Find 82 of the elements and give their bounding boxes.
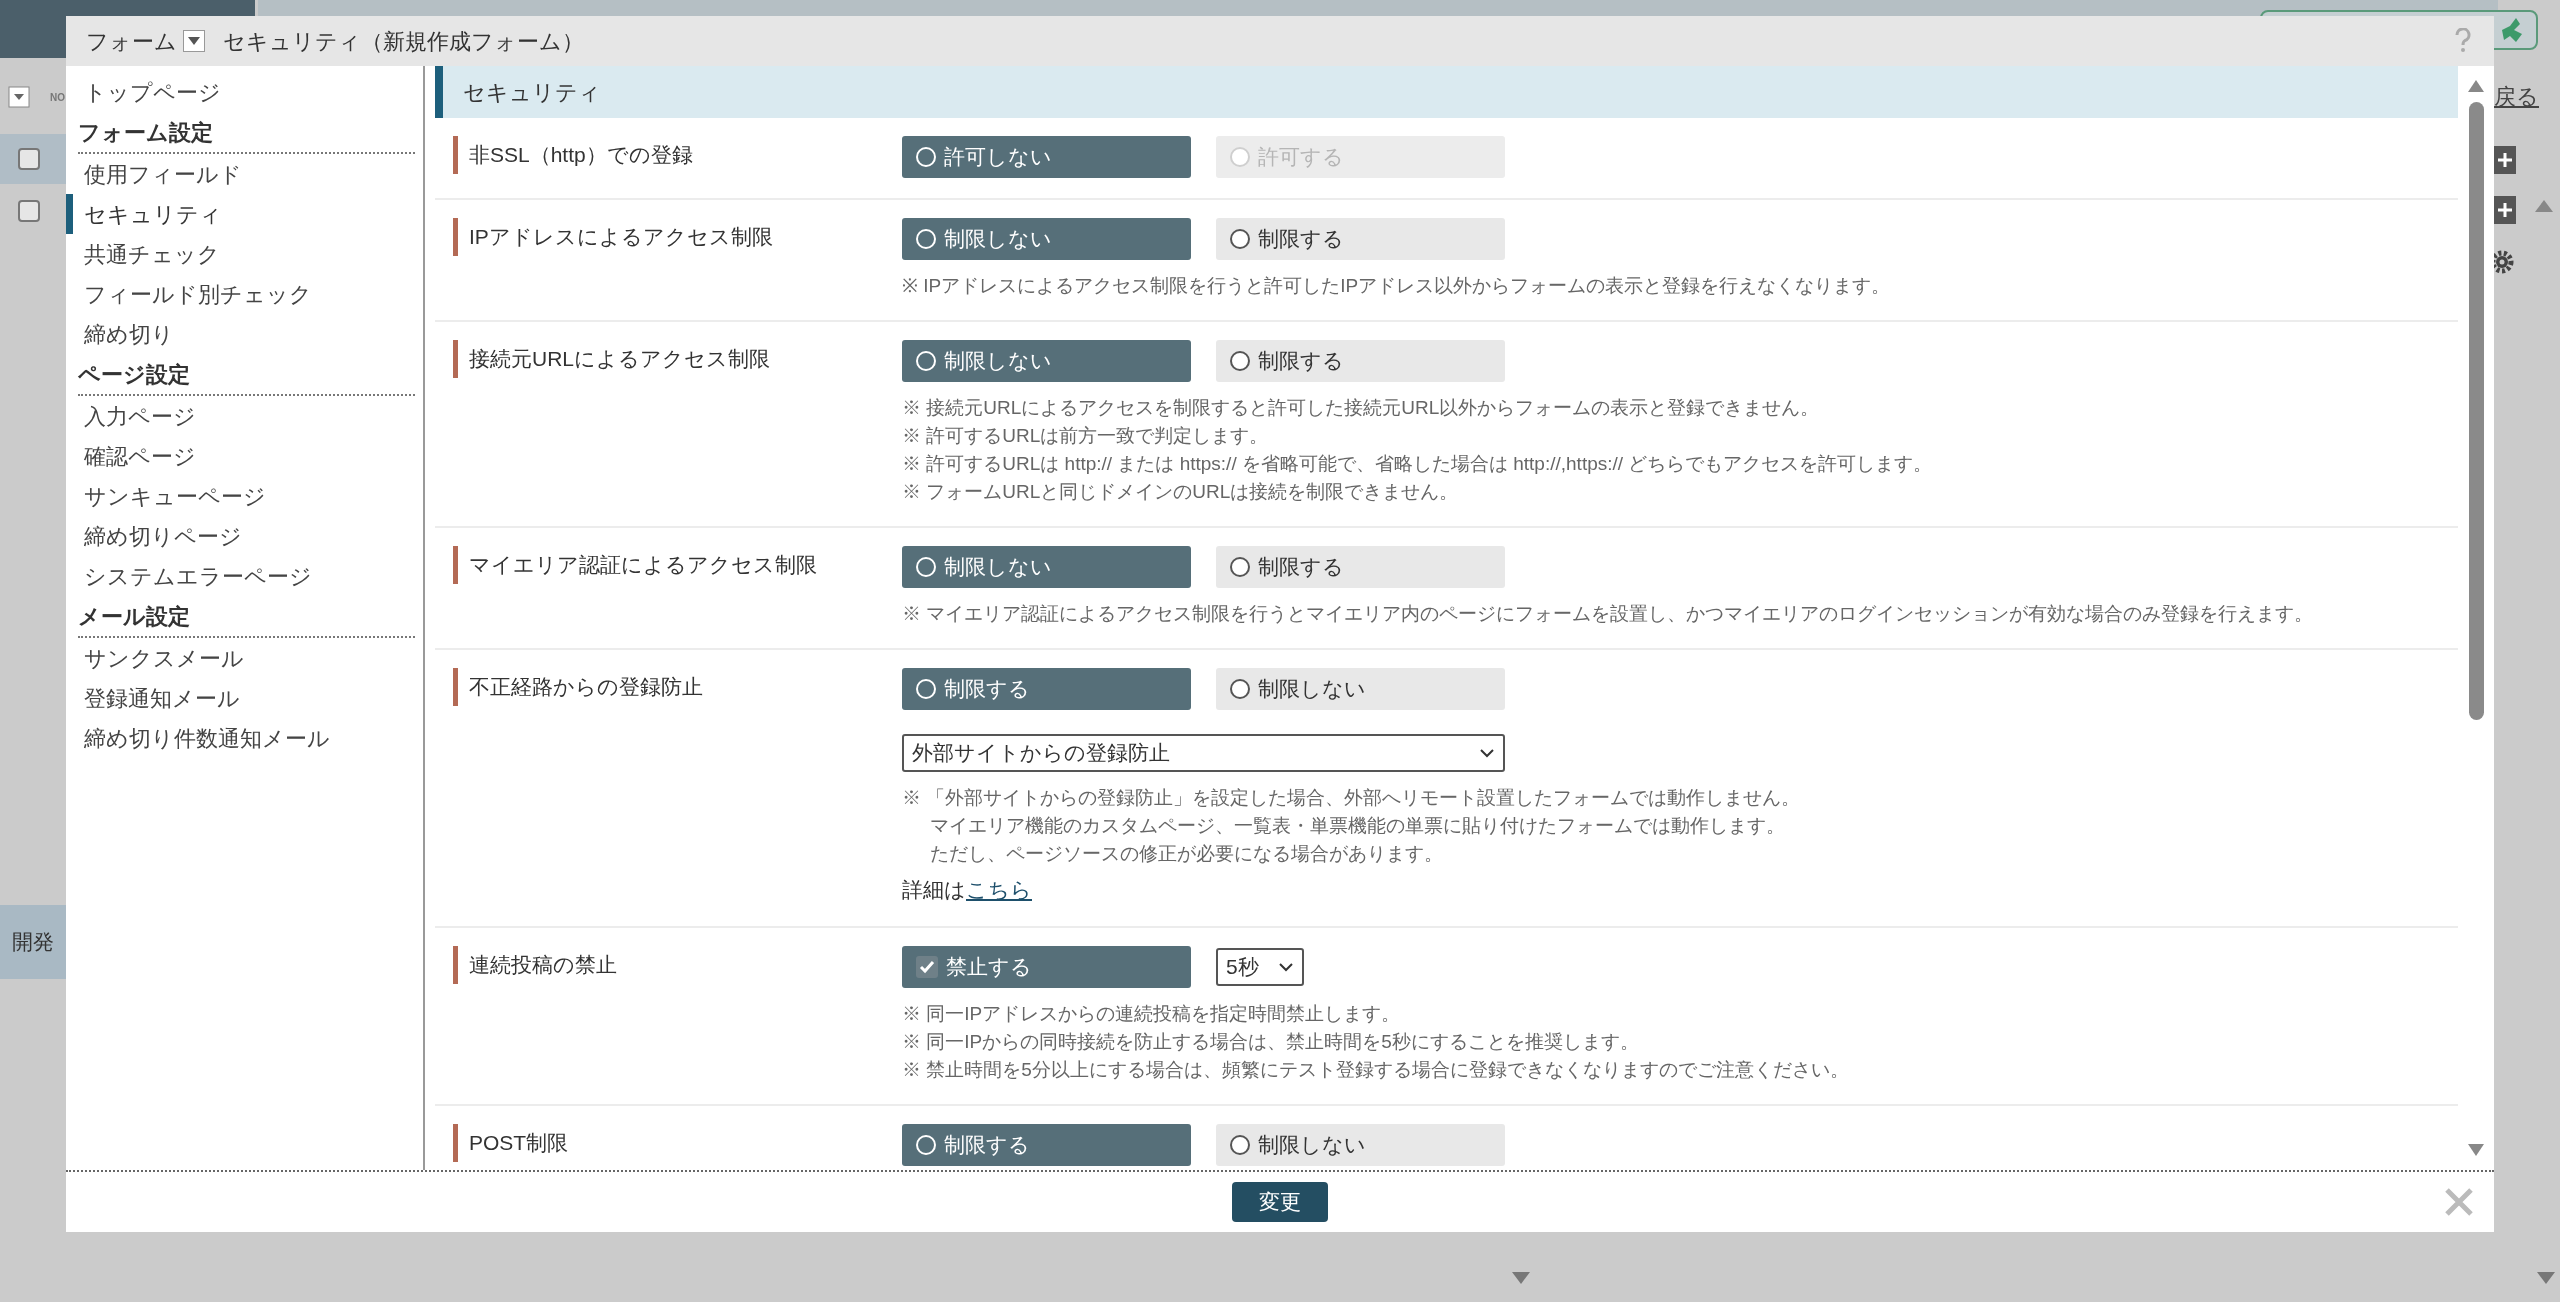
row-checkbox[interactable] xyxy=(18,200,40,222)
sidebar-heading: フォーム設定 xyxy=(78,112,415,154)
radio-icon xyxy=(916,679,936,699)
sidebar-item[interactable]: サンクスメール xyxy=(66,638,415,678)
radio-option[interactable]: 制限する xyxy=(902,1123,1191,1166)
radio-icon xyxy=(1230,229,1250,249)
note-text: ※ 同一IPアドレスからの連続投稿を指定時間禁止します。 xyxy=(902,1001,1402,1026)
close-icon[interactable] xyxy=(2444,1187,2474,1217)
note-text: ※ マイエリア認証によるアクセス制限を行うとマイエリア内のページにフォームを設置し、かつマイエリアのログインセッションが有効な場合のみ登録を行えます。 xyxy=(902,602,2314,626)
sidebar-item[interactable]: 入力ページ xyxy=(66,396,415,436)
side-tab[interactable]: 開発 xyxy=(0,905,66,979)
radio-option[interactable]: 制限しない xyxy=(902,218,1191,260)
scroll-down-icon[interactable] xyxy=(2468,1144,2484,1156)
radio-option[interactable]: 制限しない xyxy=(902,546,1191,588)
chevron-icon xyxy=(1278,961,1294,972)
radio-option[interactable]: 許可しない xyxy=(902,136,1191,178)
note-text: ※ IPアドレスによるアクセス制限を行うと許可したIPアドレス以外からフォームの表示と登録を行えなくなります。 xyxy=(902,274,1891,298)
scroll-down-icon[interactable] xyxy=(2537,1272,2555,1284)
sidebar-item[interactable]: 登録通知メール xyxy=(66,678,415,718)
column-label: NO xyxy=(50,91,65,105)
filter-dropdown-icon[interactable] xyxy=(8,86,30,108)
note-text: ※ 許可するURLは前方一致で判定します。 xyxy=(902,424,1270,448)
section-header: セキュリティ xyxy=(435,66,2458,118)
radio-icon xyxy=(916,147,936,167)
detail-link[interactable]: こちら xyxy=(966,878,1032,901)
interval-select[interactable]: 5秒 xyxy=(1216,947,1304,986)
note-text: ただし、ページソースの修正が必要になる場合があります。 xyxy=(929,842,1444,866)
radio-icon xyxy=(916,351,936,371)
add-icon[interactable] xyxy=(2494,146,2516,174)
add-icon[interactable] xyxy=(2494,196,2516,224)
radio-icon xyxy=(1230,1134,1250,1155)
radio-option[interactable]: 制限しない xyxy=(1216,1123,1505,1166)
sidebar-item[interactable]: 使用フィールド xyxy=(66,154,415,194)
help-icon[interactable] xyxy=(2454,28,2472,54)
sidebar-item[interactable]: フィールド別チェック xyxy=(66,274,415,314)
sidebar-item[interactable]: サンキューページ xyxy=(66,476,415,516)
menu-label: フォーム xyxy=(86,27,177,56)
note-text: ※ 接続元URLによるアクセスを制限すると許可した接続元URL以外からフォームの表示と登録できません。 xyxy=(902,396,1821,420)
note-text: ※ 許可するURLは http:// または https:// を省略可能で、省略した場合は http://,https:// どちらでもアクセスを許可します。 xyxy=(902,452,1933,476)
note-text: ※ フォームURLと同じドメインのURLは接続を制限できません。 xyxy=(902,480,1460,504)
radio-icon xyxy=(916,229,936,249)
radio-option[interactable]: 制限しない xyxy=(902,340,1191,382)
dropdown-icon[interactable] xyxy=(183,30,205,52)
checkbox-option[interactable]: 禁止する xyxy=(902,945,1191,988)
sidebar-item[interactable]: セキュリティ xyxy=(66,194,415,234)
radio-icon xyxy=(1230,147,1250,167)
note-text: ※ 禁止時間を5分以上にする場合は、頻繁にテスト登録する場合に登録できなくなりますのでご注意ください。 xyxy=(902,1057,1849,1082)
radio-icon xyxy=(916,1134,936,1155)
scroll-down-icon[interactable] xyxy=(1512,1272,1530,1284)
radio-option[interactable]: 制限する xyxy=(1216,218,1505,260)
dialog-title: セキュリティ（新規作成フォーム） xyxy=(223,27,584,56)
radio-icon xyxy=(1230,557,1250,577)
sidebar-heading: メール設定 xyxy=(78,596,415,638)
back-link[interactable]: 戻る xyxy=(2494,80,2539,113)
sidebar-item[interactable]: 確認ページ xyxy=(66,436,415,476)
radio-icon xyxy=(1230,679,1250,699)
radio-option[interactable]: 制限する xyxy=(1216,340,1505,382)
checkbox-icon xyxy=(916,955,938,978)
radio-option[interactable]: 制限しない xyxy=(1216,668,1505,710)
sidebar-item[interactable]: 締め切りページ xyxy=(66,516,415,556)
sidebar-heading: ページ設定 xyxy=(78,354,415,396)
radio-icon xyxy=(1230,351,1250,371)
scroll-up-icon[interactable] xyxy=(2535,200,2553,212)
settings-icon[interactable] xyxy=(2494,248,2516,276)
radio-option[interactable]: 制限する xyxy=(902,668,1191,710)
detail-text: 詳細は こちら xyxy=(902,877,1033,903)
note-text: ※ 同一IPからの同時接続を防止する場合は、禁止時間を5秒にすることを推奨します。 xyxy=(902,1029,1640,1054)
scroll-up-icon[interactable] xyxy=(2468,80,2484,92)
row-checkbox[interactable] xyxy=(18,148,40,170)
radio-option[interactable]: 制限する xyxy=(1216,546,1505,588)
sidebar-item[interactable]: 締め切り xyxy=(66,314,415,354)
sidebar-item[interactable]: トップページ xyxy=(66,72,415,112)
note-text: ※ 「外部サイトからの登録防止」を設定した場合、外部へリモート設置したフォームでは動作しません。 xyxy=(902,786,1801,810)
scrollbar-thumb[interactable] xyxy=(2468,102,2484,720)
sidebar-item[interactable]: 締め切り件数通知メール xyxy=(66,718,415,758)
note-text: マイエリア機能のカスタムページ、一覧表・単票機能の単票に貼り付けたフォームでは動作します。 xyxy=(929,814,1786,838)
select-field[interactable]: 外部サイトからの登録防止 xyxy=(902,734,1505,772)
radio-icon xyxy=(916,557,936,577)
chevron-icon xyxy=(1479,748,1495,758)
save-button[interactable]: 変更 xyxy=(1232,1182,1328,1222)
sidebar-item[interactable]: システムエラーページ xyxy=(66,556,415,596)
sidebar-item[interactable]: 共通チェック xyxy=(66,234,415,274)
